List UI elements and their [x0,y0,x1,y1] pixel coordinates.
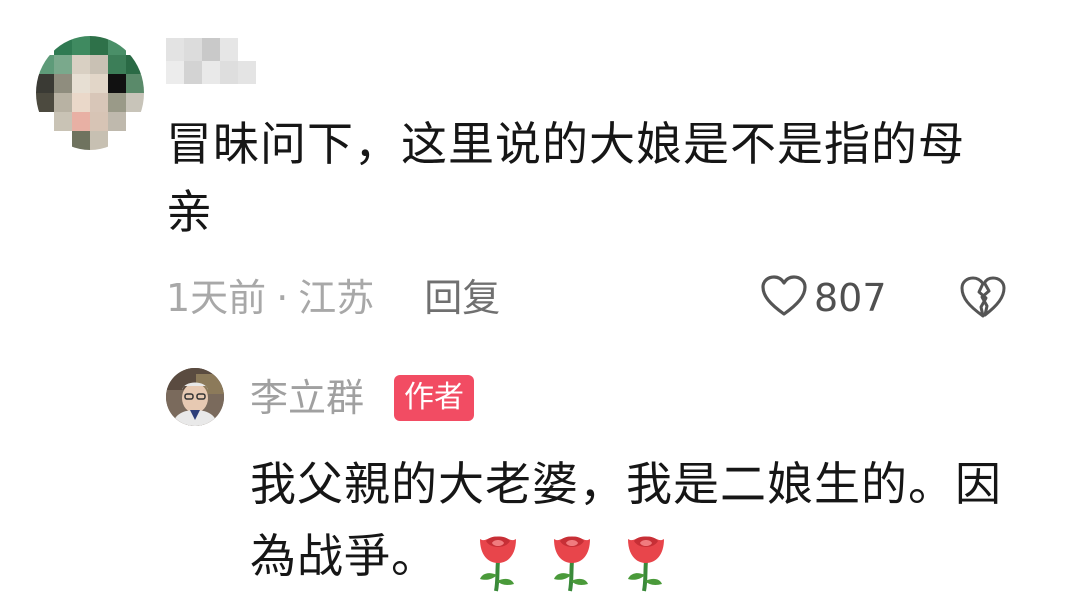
rose-emojis [472,527,672,593]
dislike-button[interactable] [958,274,1008,320]
like-count: 807 [814,276,887,320]
comment-time: 1天前 [166,276,267,320]
comment-text: 冒昧问下，这里说的大娘是不是指的母亲 [166,117,965,239]
author-name[interactable]: 李立群 [250,370,364,426]
author-avatar[interactable] [166,368,224,426]
reply-text-block: 我父親的大老婆，我是二娘生的。因為战爭。 [250,448,1040,593]
comment-meta: 1天前 · 江苏 回复 [166,270,500,326]
commenter-avatar[interactable] [36,36,144,150]
rose-emoji [546,527,598,593]
broken-heart-icon [958,276,1008,324]
like-button[interactable]: 807 [760,270,887,326]
rose-emoji [620,527,672,593]
rose-emoji [472,527,524,593]
reply-button[interactable]: 回复 [424,270,500,326]
author-badge: 作者 [394,375,474,421]
heart-outline-icon [760,274,808,322]
meta-separator: · [276,276,289,320]
commenter-name-blurred[interactable] [166,38,256,84]
comment-location: 江苏 [298,276,375,320]
